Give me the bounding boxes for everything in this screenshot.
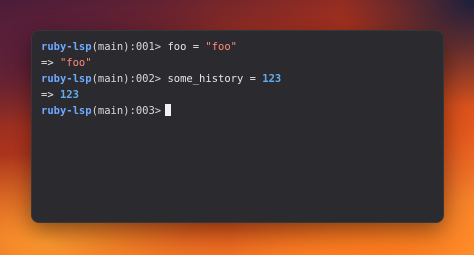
prompt-name: ruby-lsp (41, 41, 92, 53)
prompt-counter: (main):001> (91, 41, 162, 53)
terminal-line-5[interactable]: ruby-lsp(main):003> (41, 103, 444, 119)
result-arrow: => (41, 57, 60, 69)
code-text: some_history = (161, 73, 263, 85)
prompt-counter: (main):003> (91, 105, 162, 117)
text-cursor[interactable] (165, 104, 172, 116)
terminal-line-2: => "foo" (41, 55, 444, 71)
prompt-name: ruby-lsp (41, 105, 92, 117)
terminal-line-3: ruby-lsp(main):002> some_history = 123 (41, 71, 444, 87)
number-literal: 123 (262, 73, 282, 85)
code-text: foo = (161, 41, 206, 53)
terminal-line-1: ruby-lsp(main):001> foo = "foo" (41, 39, 444, 55)
prompt-counter: (main):002> (91, 73, 162, 85)
terminal-line-4: => 123 (41, 87, 444, 103)
result-arrow: => (41, 89, 60, 101)
prompt-name: ruby-lsp (41, 73, 92, 85)
string-literal: "foo" (205, 41, 237, 53)
irb-terminal-window[interactable]: ruby-lsp(main):001> foo = "foo" => "foo"… (31, 30, 444, 223)
result-number: 123 (59, 89, 79, 101)
result-string: "foo" (59, 57, 92, 69)
